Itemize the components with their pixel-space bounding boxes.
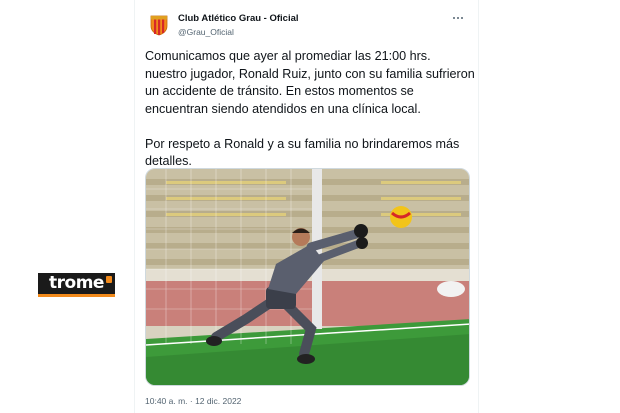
logo-mark-icon xyxy=(106,276,112,283)
club-crest-icon[interactable] xyxy=(147,13,171,37)
tweet-card: Club Atlético Grau - Oficial @Grau_Ofici… xyxy=(134,0,479,413)
tweet-timestamp[interactable]: 10:40 a. m. · 12 dic. 2022 xyxy=(145,396,241,406)
author-handle[interactable]: @Grau_Oficial xyxy=(178,27,234,37)
right-background xyxy=(484,0,620,413)
left-background xyxy=(0,0,134,413)
more-options-icon[interactable] xyxy=(450,12,466,24)
trome-logo: trome xyxy=(38,273,115,297)
tweet-text: Comunicamos que ayer al promediar las 21… xyxy=(145,49,475,168)
logo-text: trome xyxy=(49,273,104,293)
tweet-media-image[interactable] xyxy=(145,168,470,386)
author-name[interactable]: Club Atlético Grau - Oficial xyxy=(178,13,299,24)
goalkeeper-photo xyxy=(146,169,469,385)
